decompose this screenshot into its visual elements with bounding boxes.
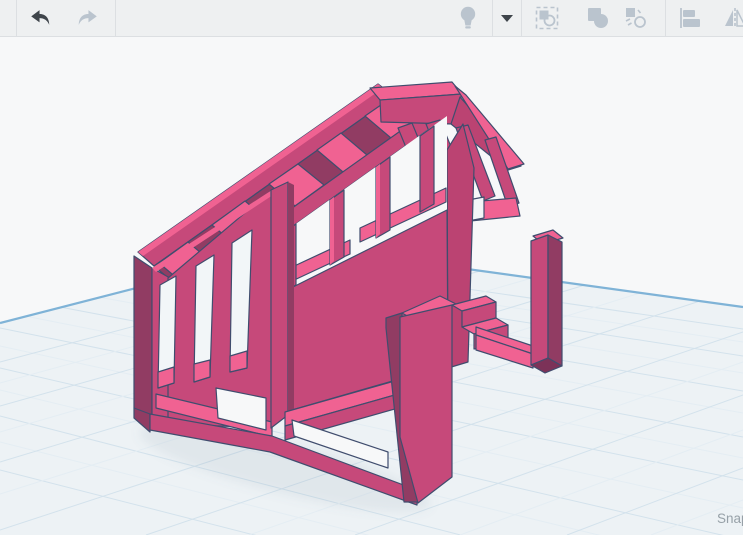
group-dashed-icon bbox=[535, 6, 559, 30]
group-button[interactable] bbox=[586, 0, 610, 36]
lightbulb-icon bbox=[460, 6, 476, 29]
toolbar-divider bbox=[665, 0, 666, 36]
toolbar-divider bbox=[521, 0, 522, 36]
group-select-button[interactable] bbox=[535, 0, 559, 36]
top-toolbar bbox=[0, 0, 743, 37]
flip-mirror-icon bbox=[725, 8, 743, 28]
toolbar-divider bbox=[492, 0, 493, 36]
undo-button[interactable] bbox=[28, 0, 52, 36]
ungroup-button[interactable] bbox=[624, 0, 648, 36]
view-options-dropdown[interactable] bbox=[498, 0, 516, 36]
group-solid-icon bbox=[588, 8, 608, 28]
undo-arrow-icon bbox=[31, 10, 50, 25]
align-icon bbox=[680, 8, 700, 28]
align-button[interactable] bbox=[678, 0, 702, 36]
viewport-3d[interactable] bbox=[0, 36, 743, 535]
toolbar-divider bbox=[115, 0, 116, 36]
redo-button[interactable] bbox=[76, 0, 100, 36]
tinkercad-editor: Snap Grid bbox=[0, 0, 743, 535]
redo-arrow-icon bbox=[78, 10, 97, 25]
show-all-button[interactable] bbox=[456, 0, 480, 36]
toolbar-divider bbox=[16, 0, 17, 36]
caret-down-icon bbox=[501, 15, 513, 22]
flip-button[interactable] bbox=[723, 0, 743, 36]
snap-grid-label[interactable]: Snap Grid bbox=[717, 511, 743, 526]
ungroup-icon bbox=[625, 8, 646, 28]
scene-canvas bbox=[0, 81, 743, 535]
